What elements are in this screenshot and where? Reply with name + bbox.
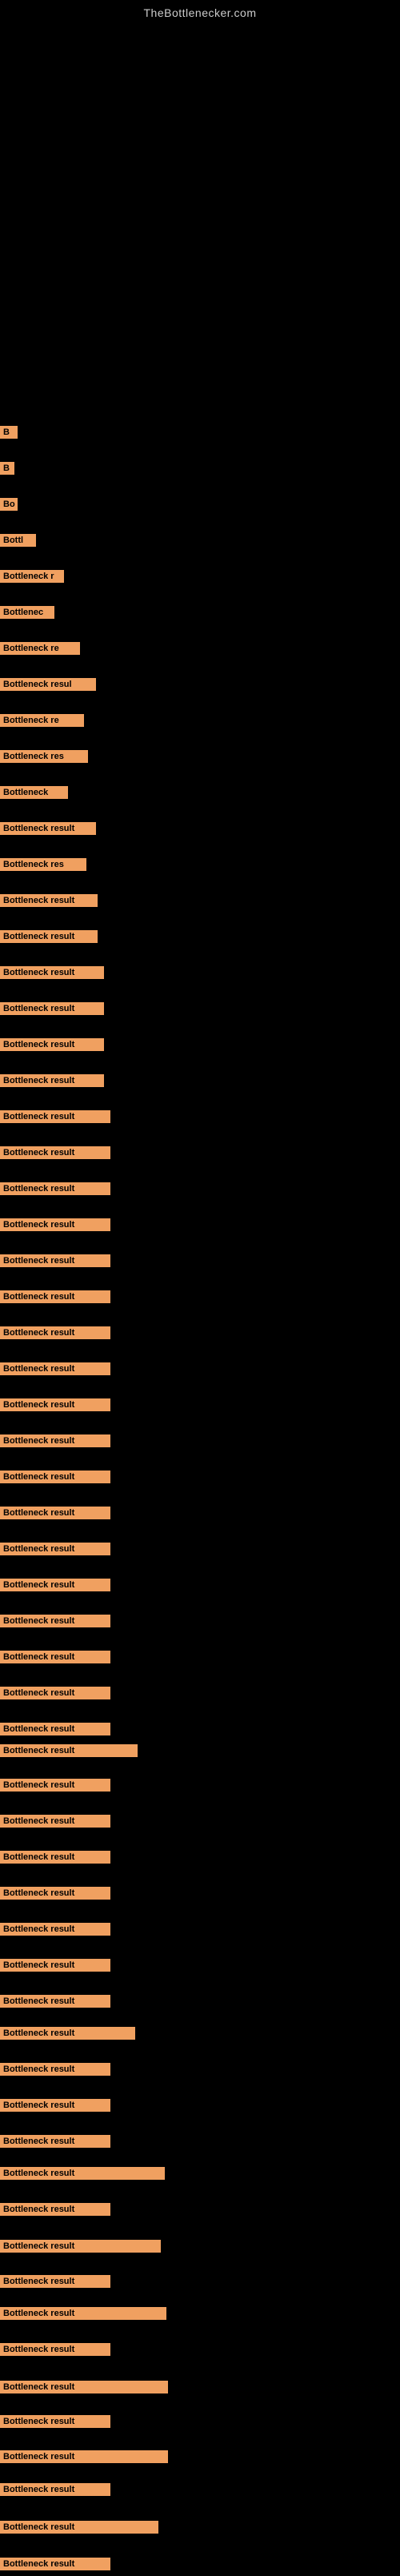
bottleneck-bar-60: Bottleneck result bbox=[0, 2519, 158, 2539]
bottleneck-bar-4: Bottl bbox=[0, 532, 36, 552]
bottleneck-bar-56: Bottleneck result bbox=[0, 2379, 168, 2399]
bottleneck-bar-3: Bo bbox=[0, 496, 18, 516]
bottleneck-bar-20: Bottleneck result bbox=[0, 1109, 110, 1129]
bottleneck-bar-24: Bottleneck result bbox=[0, 1253, 110, 1273]
bottleneck-bar-38: Bottleneck result bbox=[0, 1743, 138, 1763]
bottleneck-bar-10: Bottleneck res bbox=[0, 748, 88, 768]
bottleneck-bar-31: Bottleneck result bbox=[0, 1505, 110, 1525]
bottleneck-bar-52: Bottleneck result bbox=[0, 2238, 161, 2258]
bottleneck-bar-47: Bottleneck result bbox=[0, 2061, 110, 2081]
bottleneck-bar-5: Bottleneck r bbox=[0, 568, 64, 588]
bottleneck-bar-54: Bottleneck result bbox=[0, 2305, 166, 2325]
bottleneck-bar-14: Bottleneck result bbox=[0, 893, 98, 913]
bottleneck-bar-40: Bottleneck result bbox=[0, 1813, 110, 1833]
bottleneck-bar-18: Bottleneck result bbox=[0, 1037, 104, 1057]
bottleneck-bar-28: Bottleneck result bbox=[0, 1397, 110, 1417]
bottleneck-bar-12: Bottleneck result bbox=[0, 821, 96, 841]
bottleneck-bar-29: Bottleneck result bbox=[0, 1433, 110, 1453]
bottleneck-bar-39: Bottleneck result bbox=[0, 1777, 110, 1797]
bottleneck-bar-26: Bottleneck result bbox=[0, 1325, 110, 1345]
bottleneck-bar-17: Bottleneck result bbox=[0, 1001, 104, 1021]
bottleneck-bar-61: Bottleneck result bbox=[0, 2556, 110, 2576]
bottleneck-bar-13: Bottleneck res bbox=[0, 857, 86, 877]
bottleneck-bar-6: Bottlenec bbox=[0, 604, 54, 624]
bottleneck-bar-53: Bottleneck result bbox=[0, 2273, 110, 2293]
bottleneck-bar-35: Bottleneck result bbox=[0, 1649, 110, 1669]
bottleneck-bar-42: Bottleneck result bbox=[0, 1885, 110, 1905]
bottleneck-bar-27: Bottleneck result bbox=[0, 1361, 110, 1381]
bottleneck-bar-8: Bottleneck resul bbox=[0, 676, 96, 696]
bottleneck-bar-46: Bottleneck result bbox=[0, 2025, 135, 2045]
bottleneck-bar-25: Bottleneck result bbox=[0, 1289, 110, 1309]
bottleneck-bar-11: Bottleneck bbox=[0, 784, 68, 804]
site-title: TheBottlenecker.com bbox=[0, 0, 400, 26]
bottleneck-bar-48: Bottleneck result bbox=[0, 2097, 110, 2117]
bottleneck-bar-2: B bbox=[0, 460, 14, 480]
bottleneck-bar-15: Bottleneck result bbox=[0, 929, 98, 949]
bottleneck-bar-50: Bottleneck result bbox=[0, 2165, 165, 2185]
bottleneck-bar-22: Bottleneck result bbox=[0, 1181, 110, 1201]
bottleneck-bar-16: Bottleneck result bbox=[0, 965, 104, 985]
bottleneck-bar-57: Bottleneck result bbox=[0, 2413, 110, 2434]
bottleneck-bar-43: Bottleneck result bbox=[0, 1921, 110, 1941]
bottleneck-bar-33: Bottleneck result bbox=[0, 1577, 110, 1597]
bottleneck-bar-23: Bottleneck result bbox=[0, 1217, 110, 1237]
bottleneck-bar-21: Bottleneck result bbox=[0, 1145, 110, 1165]
bottleneck-bar-58: Bottleneck result bbox=[0, 2449, 168, 2469]
bottleneck-bar-36: Bottleneck result bbox=[0, 1685, 110, 1705]
bottleneck-bar-1: B bbox=[0, 424, 18, 444]
bottleneck-bar-9: Bottleneck re bbox=[0, 712, 84, 732]
bottleneck-bar-44: Bottleneck result bbox=[0, 1957, 110, 1977]
bottleneck-bar-30: Bottleneck result bbox=[0, 1469, 110, 1489]
bottleneck-bar-49: Bottleneck result bbox=[0, 2133, 110, 2153]
bottleneck-bar-7: Bottleneck re bbox=[0, 640, 80, 660]
bottleneck-bar-59: Bottleneck result bbox=[0, 2482, 110, 2502]
bottleneck-bar-37: Bottleneck result bbox=[0, 1721, 110, 1741]
bottleneck-bar-32: Bottleneck result bbox=[0, 1541, 110, 1561]
bottleneck-bar-34: Bottleneck result bbox=[0, 1613, 110, 1633]
bottleneck-bar-19: Bottleneck result bbox=[0, 1073, 104, 1093]
bottleneck-bar-51: Bottleneck result bbox=[0, 2201, 110, 2221]
bottleneck-bar-45: Bottleneck result bbox=[0, 1993, 110, 2013]
bottleneck-bar-41: Bottleneck result bbox=[0, 1849, 110, 1869]
bottleneck-bar-55: Bottleneck result bbox=[0, 2341, 110, 2361]
